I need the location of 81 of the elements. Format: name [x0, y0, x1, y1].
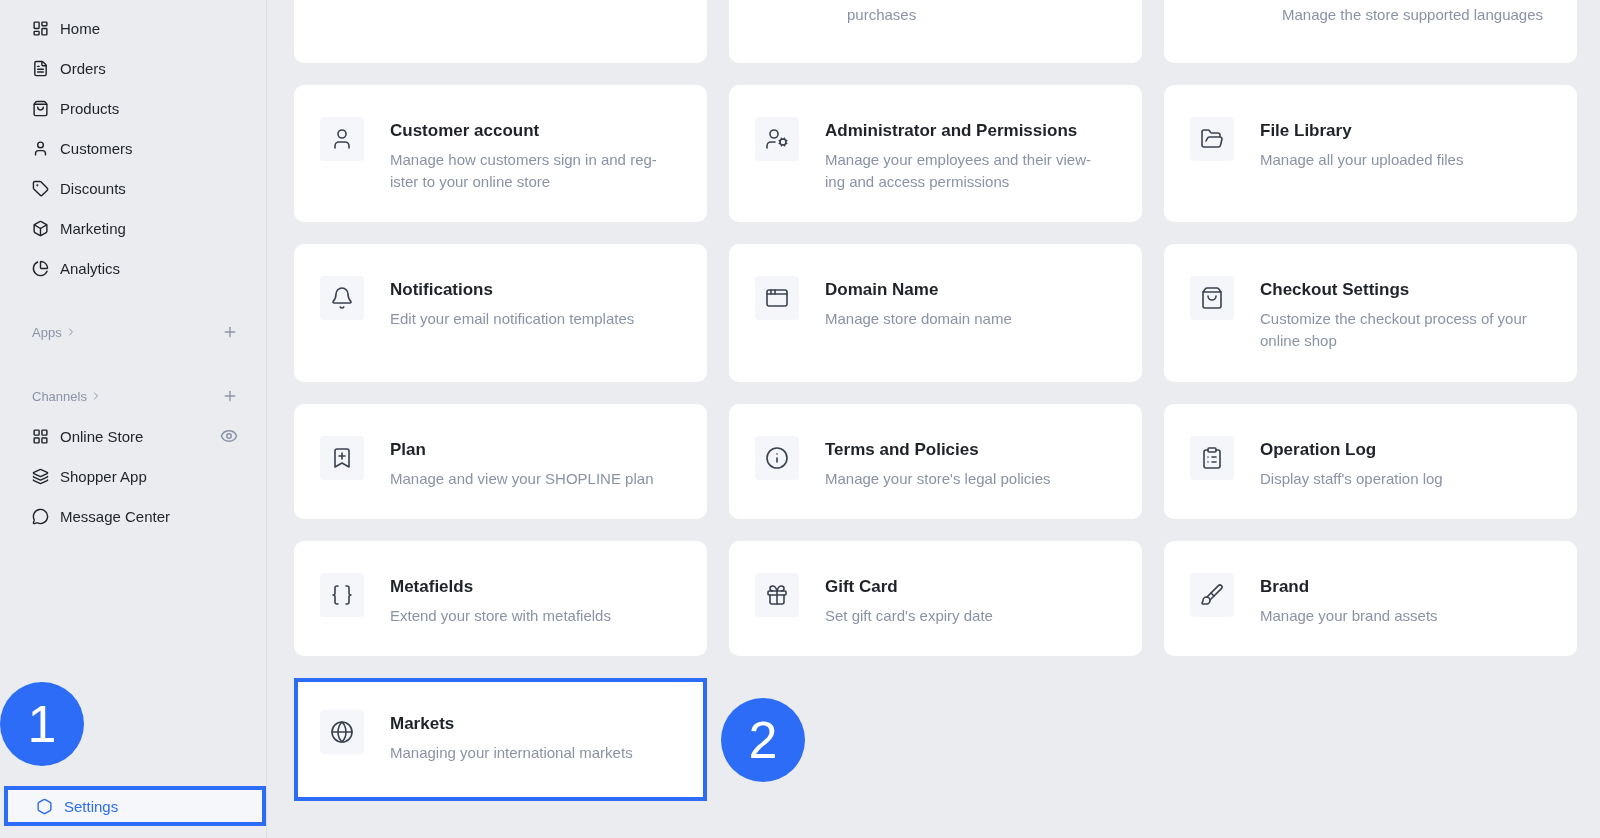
card-title: Domain Name: [825, 280, 940, 300]
nav-item[interactable]: Marketing: [0, 208, 266, 248]
settings-card[interactable]: Brand Manage your brand assets: [1164, 541, 1577, 656]
person-icon: [32, 139, 49, 157]
card-title: Notifications: [390, 280, 494, 300]
card-title: Markets: [390, 714, 456, 734]
card-description: purchases: [847, 6, 917, 23]
pie-chart-icon: [32, 259, 49, 277]
bell-icon: [320, 276, 364, 320]
settings-card[interactable]: Administrator and Permissions Manage your employees and their view-ing and access permissions: [729, 85, 1142, 222]
card-description: Manage store domain name: [825, 309, 1012, 329]
card-description: Manage all your uploaded files: [1260, 150, 1464, 170]
gift-icon: [755, 573, 799, 617]
card-description: Edit your email notification templates: [390, 309, 635, 329]
nav-item[interactable]: Home: [0, 8, 266, 48]
card-title: Metafields: [390, 577, 475, 597]
layers-icon: [32, 467, 49, 485]
chat-icon: [32, 507, 49, 525]
card-title: Plan: [390, 440, 427, 460]
step-badge: 2: [721, 697, 805, 782]
settings-card[interactable]: File Library Manage all your uploaded files: [1164, 85, 1577, 222]
settings-card[interactable]: Markets Managing your international markets: [294, 678, 707, 801]
card-title: Checkout Settings: [1260, 280, 1411, 300]
browser-window-icon: [755, 276, 799, 320]
card-description: Managing your international markets: [390, 743, 633, 763]
grid-icon: [32, 427, 49, 445]
settings-card[interactable]: Operation Log Display staff's operation log: [1164, 404, 1577, 519]
tag-icon: [32, 179, 49, 197]
settings-card[interactable]: Customer account Manage how customers sign in and reg-ister to your online store: [294, 85, 707, 222]
info-icon: [755, 436, 799, 480]
card-description: Customize the checkout process of your online shop: [1260, 309, 1528, 351]
settings-nav-item[interactable]: Settings: [4, 786, 266, 826]
settings-card[interactable]: Metafields Extend your store with metafields: [294, 541, 707, 656]
step-badge: 1: [0, 682, 84, 766]
cube-icon: [32, 219, 49, 237]
add-icon[interactable]: [222, 388, 238, 404]
person-icon: [320, 117, 364, 161]
card-description: Manage your employees and their view-ing and access permissions: [825, 150, 1092, 192]
globe-icon: [320, 710, 364, 754]
clipboard-icon: [1190, 436, 1234, 480]
card-title: Administrator and Permissions: [825, 121, 1079, 141]
nav-item[interactable]: Products: [0, 88, 266, 128]
card-description: Manage your brand assets: [1260, 606, 1438, 626]
hexagon-icon: [36, 797, 53, 815]
brush-icon: [1190, 573, 1234, 617]
card-title: Customer account: [390, 121, 541, 141]
person-gear-icon: [755, 117, 799, 161]
nav-item[interactable]: Message Center: [0, 496, 266, 536]
card-title: Gift Card: [825, 577, 899, 597]
folder-icon: [1190, 117, 1234, 161]
settings-card[interactable]: Gift Card Set gift card's expiry date: [729, 541, 1142, 656]
nav-item[interactable]: Online Store: [0, 416, 266, 456]
card-description: Manage how customers sign in and reg-ister to your online store: [390, 150, 658, 192]
bookmark-plus-icon: [320, 436, 364, 480]
nav-item[interactable]: Orders: [0, 48, 266, 88]
card-description: Set gift card's expiry date: [825, 606, 993, 626]
card-description: Extend your store with metafields: [390, 606, 611, 626]
nav-item[interactable]: Shopper App: [0, 456, 266, 496]
card-title: Brand: [1260, 577, 1311, 597]
document-icon: [32, 59, 49, 77]
add-icon[interactable]: [222, 324, 238, 340]
card-title: File Library: [1260, 121, 1353, 141]
bag-icon: [32, 99, 49, 117]
nav-item[interactable]: Customers: [0, 128, 266, 168]
card-title: Terms and Policies: [825, 440, 980, 460]
card-description: Display staff's operation log: [1260, 469, 1443, 489]
settings-card[interactable]: Checkout Settings Customize the checkout process of your online shop: [1164, 244, 1577, 382]
bag-icon: [1190, 276, 1234, 320]
card-description: Manage the store supported languages: [1282, 6, 1544, 23]
eye-icon[interactable]: [220, 427, 238, 445]
card-title: Operation Log: [1260, 440, 1378, 460]
card-description: Manage and view your SHOPLINE plan: [390, 469, 654, 489]
settings-card[interactable]: Notifications Edit your email notification templates: [294, 244, 707, 382]
dashboard-icon: [32, 19, 49, 37]
card-description: Manage your store's legal policies: [825, 469, 1051, 489]
braces-icon: [320, 573, 364, 617]
nav-item[interactable]: Analytics: [0, 248, 266, 288]
settings-card[interactable]: Domain Name Manage store domain name: [729, 244, 1142, 382]
nav-item[interactable]: Discounts: [0, 168, 266, 208]
settings-card[interactable]: Terms and Policies Manage your store's legal policies: [729, 404, 1142, 519]
settings-card[interactable]: Plan Manage and view your SHOPLINE plan: [294, 404, 707, 519]
